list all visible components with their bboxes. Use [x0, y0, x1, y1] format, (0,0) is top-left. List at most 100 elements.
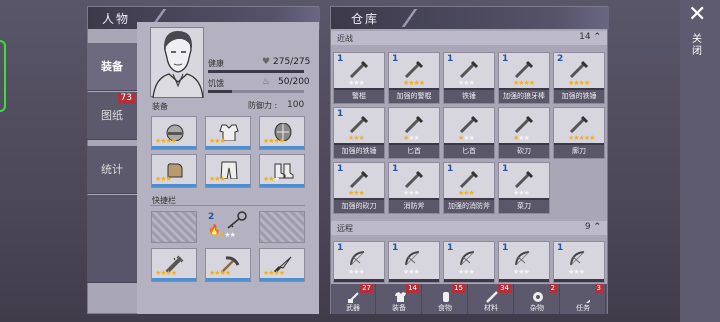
warehouse-item[interactable]: ★★★★★ 廓刀 — [553, 107, 605, 159]
equipment-label: 装备 — [152, 102, 168, 111]
item-count: 1 — [392, 164, 399, 174]
ranged-category[interactable]: 远程 9 ⌃ — [331, 221, 607, 235]
item-count: 1 — [337, 109, 344, 119]
durability-bar — [152, 278, 196, 281]
character-title: 人物 — [102, 12, 131, 26]
warehouse-item[interactable]: ★★★ 匕首 — [388, 107, 440, 159]
ranged-count-value: 9 — [584, 222, 591, 232]
warehouse-item[interactable]: 1 ★★★ 铁锤 — [443, 52, 495, 104]
tab-blueprints[interactable]: 图纸 73 — [87, 92, 137, 140]
item-name: 砍刀 — [499, 145, 549, 158]
item-name: 匕首 — [389, 145, 439, 158]
warehouse-item[interactable]: 1 ★★★ 加强的消防斧 — [443, 162, 495, 214]
bow-icon — [458, 249, 480, 267]
warehouse-item[interactable]: 1 ★★★ — [443, 241, 495, 283]
star-rating: ★★★★ — [209, 269, 231, 277]
warehouse-item[interactable]: 1 ★★★★ 加强的狼牙棒 — [498, 52, 550, 104]
star-rating: ★★★★ — [403, 79, 425, 87]
locked-slot — [151, 211, 197, 243]
star-rating: ★★★★ — [513, 79, 535, 87]
melee-label: 近战 — [337, 34, 353, 43]
item-count: 1 — [337, 54, 344, 64]
tab-equipment-label: 装备 — [101, 60, 123, 73]
health-bar — [208, 70, 304, 73]
warehouse-item[interactable]: 1 ★★★ — [498, 241, 550, 283]
warehouse-item[interactable]: 1 ★★★ 消防斧 — [388, 162, 440, 214]
warehouse-item[interactable]: ★★★ 砍刀 — [498, 107, 550, 159]
chevron-up-icon[interactable]: ⌃ — [593, 222, 601, 232]
durability-bar — [499, 279, 549, 282]
category-tab[interactable]: 2 杂物 — [515, 284, 560, 314]
durability-bar — [334, 279, 384, 282]
ranged-count: 9 ⌃ — [585, 222, 601, 232]
item-count: 1 — [447, 54, 454, 64]
item-name: 加强的砍刀 — [334, 200, 384, 213]
category-tab[interactable]: 27 武器 — [331, 284, 376, 314]
star-rating: ★★★★ — [155, 137, 177, 145]
close-label[interactable]: 关闭 — [692, 34, 704, 58]
material-icon — [486, 288, 498, 303]
melee-category[interactable]: 近战 14 ⌃ — [331, 31, 607, 45]
bow-icon — [513, 249, 535, 267]
ranged-label: 远程 — [337, 224, 353, 233]
item-name: 廓刀 — [554, 145, 604, 158]
quickbar-slot[interactable]: ★★★★ — [205, 248, 251, 282]
warehouse-item[interactable]: 1 ★★★ — [553, 241, 605, 283]
category-tab[interactable]: 15 食物 — [423, 284, 468, 314]
warehouse-item[interactable]: 1 ★★★ 警棍 — [333, 52, 385, 104]
warehouse-item[interactable]: 1 ★★★ 加强的砍刀 — [333, 162, 385, 214]
star-rating: ★★★ — [458, 268, 475, 276]
warehouse-item[interactable]: ★★★ 匕首 — [443, 107, 495, 159]
equipment-slot[interactable]: ★★★ — [259, 154, 305, 188]
star-rating: ★★★ — [513, 134, 530, 142]
equipment-slot[interactable]: ★★★ — [205, 116, 251, 150]
warehouse-item[interactable]: 2 ★★★★ 加强的铁锤 — [553, 52, 605, 104]
close-icon[interactable]: ✕ — [688, 4, 706, 26]
equipment-slot[interactable]: ★★★★ — [259, 116, 305, 150]
quickbar-slot[interactable]: 2 🔥 ★★★ — [205, 211, 251, 245]
item-name: 消防斧 — [389, 200, 439, 213]
item-count: 1 — [392, 243, 399, 253]
category-tab[interactable]: 34 材料 — [469, 284, 514, 314]
star-rating: ★★★ — [219, 231, 236, 239]
item-count: 1 — [557, 243, 564, 253]
defense-value: 100 — [287, 100, 305, 110]
quickbar-slot[interactable]: ★★★★ — [259, 248, 305, 282]
chevron-up-icon[interactable]: ⌃ — [593, 32, 601, 42]
star-rating: ★★★ — [513, 189, 530, 197]
tab-blueprints-label: 图纸 — [101, 109, 123, 122]
melee-weapon-icon — [458, 115, 480, 134]
durability-bar — [554, 279, 604, 282]
category-tab[interactable]: 3 任务 — [561, 284, 606, 314]
item-name: 加强的铁锤 — [554, 90, 604, 103]
item-name: 加强的狼牙棒 — [499, 90, 549, 103]
category-tab[interactable]: 14 装备 — [377, 284, 422, 314]
equipment-slot[interactable]: ★★★ — [151, 154, 197, 188]
hunger-label: 饥饿 — [208, 79, 224, 88]
durability-bar — [260, 146, 304, 149]
star-rating: ★★★ — [348, 189, 365, 197]
durability-bar — [152, 184, 196, 187]
melee-weapon-icon — [568, 60, 590, 79]
warehouse-item[interactable]: 1 ★★★ — [388, 241, 440, 283]
warehouse-item[interactable]: 1 ★★★ 加强的铁锤 — [333, 107, 385, 159]
star-rating: ★★★ — [209, 175, 226, 183]
equipment-slot[interactable]: ★★★ — [205, 154, 251, 188]
warehouse-item[interactable]: 1 ★★★ — [333, 241, 385, 283]
item-count: 1 — [502, 164, 509, 174]
side-handle[interactable] — [0, 40, 6, 112]
blueprints-badge: 73 — [117, 93, 135, 104]
star-rating: ★★★★ — [263, 269, 285, 277]
food-icon — [440, 288, 452, 302]
heart-icon: ♥ — [262, 57, 271, 67]
warehouse-item[interactable]: 1 ★★★ 菜刀 — [498, 162, 550, 214]
item-count: 1 — [337, 243, 344, 253]
warehouse-item[interactable]: 1 ★★★★ 加强的警棍 — [388, 52, 440, 104]
quickbar-slot[interactable]: ★★★★ — [151, 248, 197, 282]
bow-icon — [348, 249, 370, 267]
item-count: 2 — [557, 54, 564, 64]
star-rating: ★★★ — [458, 134, 475, 142]
equipment-slot[interactable]: ★★★★ — [151, 116, 197, 150]
tab-stats[interactable]: 统计 — [87, 146, 137, 194]
tab-equipment[interactable]: 装备 — [87, 43, 137, 91]
